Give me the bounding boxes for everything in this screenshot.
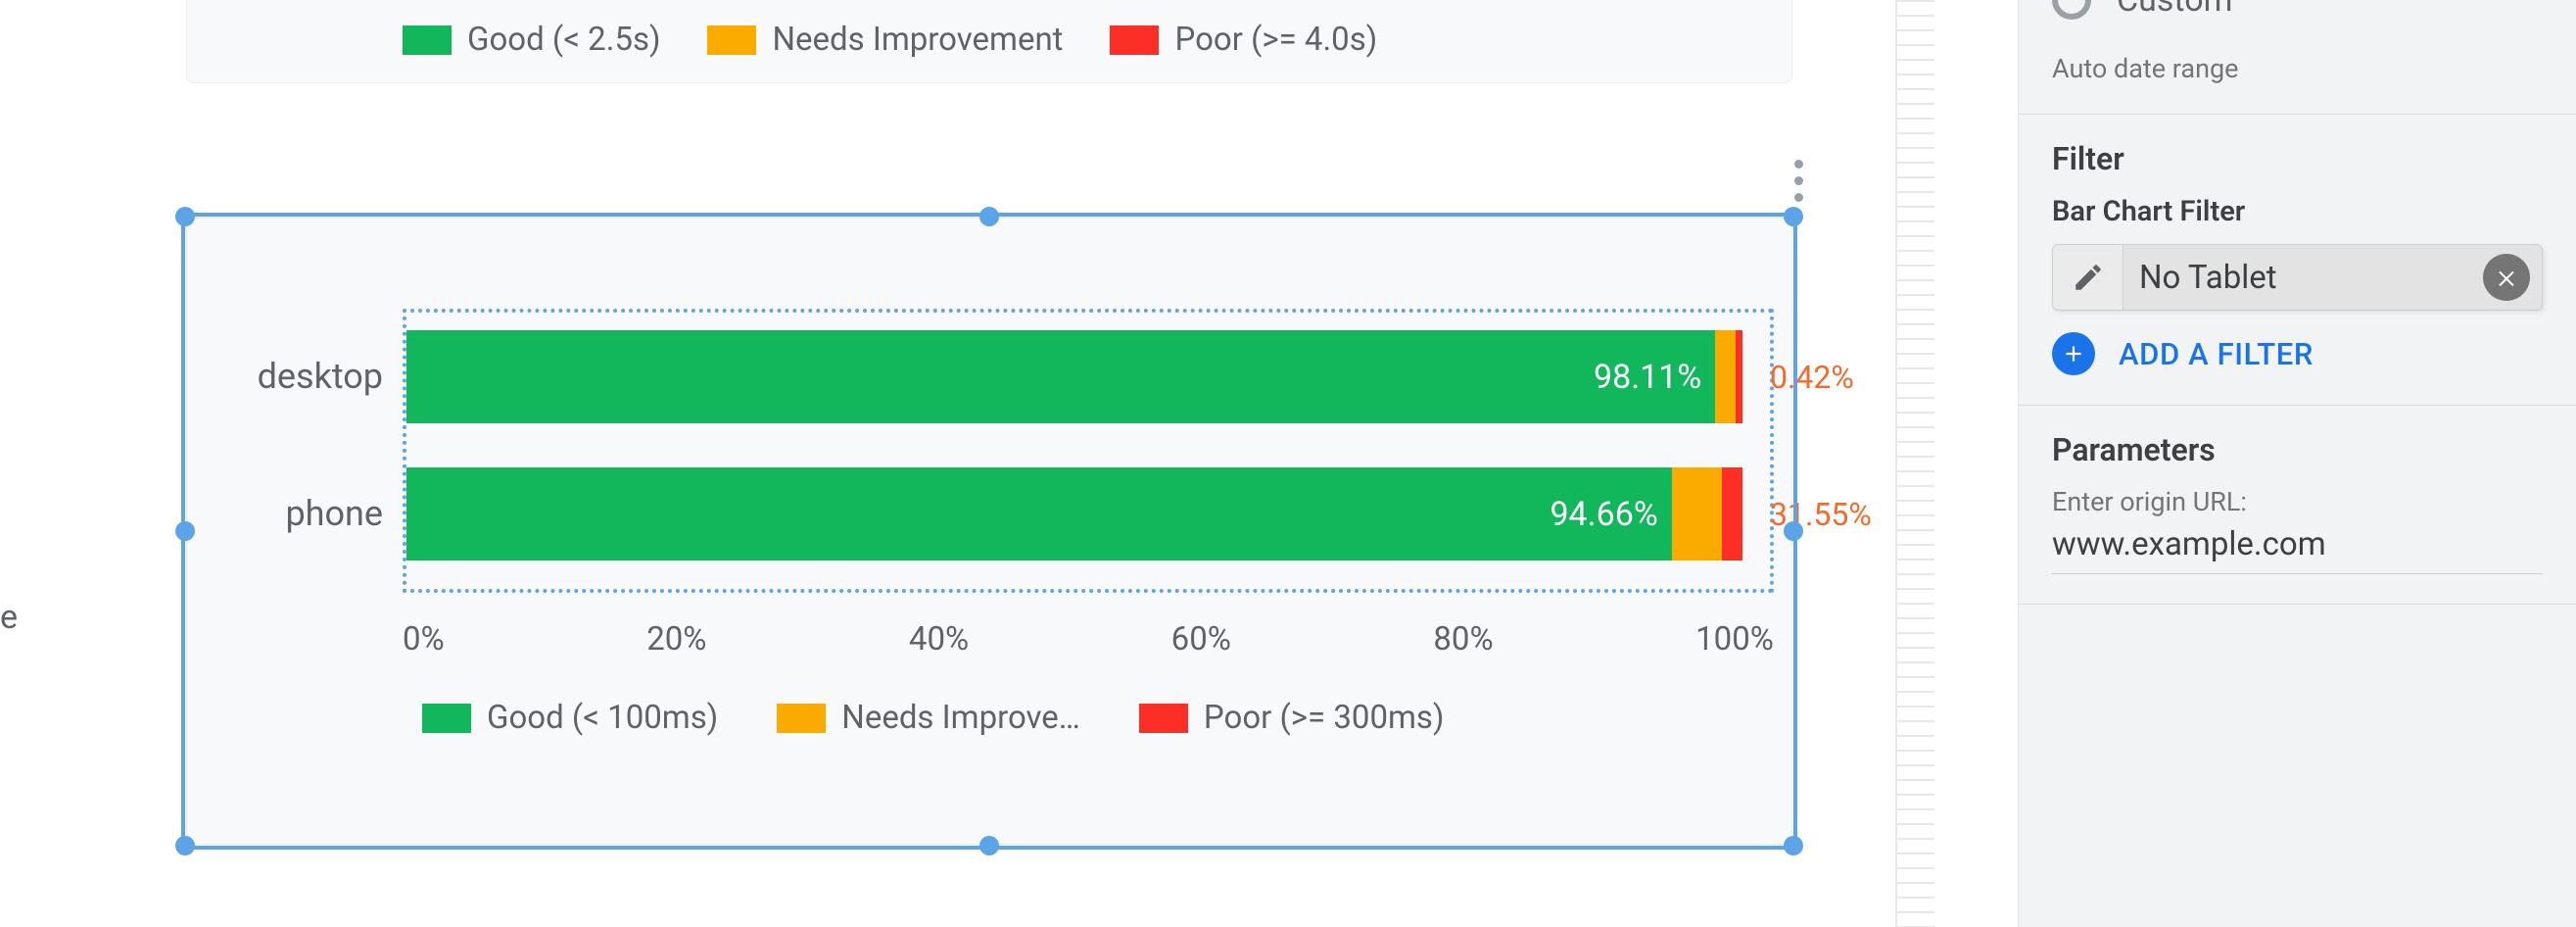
category-label-desktop: desktop [226, 356, 383, 397]
close-icon [2495, 266, 2518, 289]
date-range-option-label: Custom [2117, 0, 2232, 20]
legend-label-needs-improvement: Needs Improve… [841, 699, 1080, 737]
filter-chip-label: No Tablet [2123, 259, 2483, 297]
bar-chart-card[interactable]: desktop phone 98.11% 0.42% 94.66% 31.55% [186, 218, 1792, 845]
legend-label-good: Good (< 100ms) [487, 699, 718, 737]
pencil-icon [2072, 261, 2105, 294]
legend-swatch-needs-improvement [707, 25, 756, 55]
resize-handle-middle-right[interactable] [1784, 521, 1803, 541]
date-range-option-custom[interactable]: Custom [2052, 0, 2543, 20]
legend-item-poor: Poor (>= 4.0s) [1110, 21, 1377, 59]
value-label-phone-good: 94.66% [1550, 495, 1657, 534]
legend-item-poor: Poor (>= 300ms) [1139, 699, 1445, 737]
legend-swatch-needs-improvement [777, 704, 826, 733]
axis-tick: 100% [1695, 620, 1774, 679]
resize-handle-middle-left[interactable] [175, 521, 195, 541]
canvas-ruler-edge [1895, 0, 1934, 927]
value-label-desktop-good: 98.11% [1594, 358, 1701, 397]
filter-sub-heading: Bar Chart Filter [2052, 195, 2543, 228]
resize-handle-top-right[interactable] [1784, 207, 1803, 226]
filter-chip[interactable]: No Tablet [2052, 244, 2543, 311]
legend-row: Good (< 2.5s) Needs Improvement Poor (>=… [403, 21, 1377, 59]
bar-seg-desktop-good: 98.11% [406, 330, 1715, 423]
bar-seg-desktop-poor [1736, 330, 1742, 423]
legend-label-poor: Poor (>= 4.0s) [1174, 21, 1377, 59]
chart-legend: Good (< 100ms) Needs Improve… Poor (>= 3… [422, 699, 1444, 737]
resize-handle-bottom-right[interactable] [1784, 836, 1803, 855]
remove-filter-button[interactable] [2483, 254, 2530, 301]
legend-item-needs-improvement: Needs Improvement [707, 21, 1063, 59]
parameters-section-heading: Parameters [2052, 431, 2543, 468]
legend-swatch-good [403, 25, 452, 55]
add-filter-label: ADD A FILTER [2119, 336, 2314, 372]
parameter-value-input[interactable]: www.example.com [2052, 525, 2543, 574]
side-panel: Custom Auto date range Filter Bar Chart … [2018, 0, 2576, 927]
legend-item-needs-improvement: Needs Improve… [777, 699, 1080, 737]
bar-seg-phone-needs-improvement [1672, 467, 1723, 561]
value-label-desktop-tail: 0.42% [1770, 359, 1854, 396]
legend-item-good: Good (< 100ms) [422, 699, 718, 737]
legend-label-needs-improvement: Needs Improvement [772, 21, 1063, 59]
axis-tick: 80% [1433, 620, 1493, 679]
stray-letter: e [0, 598, 18, 637]
axis-tick: 20% [646, 620, 706, 679]
legend-swatch-poor [1110, 25, 1159, 55]
filter-section-heading: Filter [2052, 140, 2543, 177]
plus-icon [2061, 341, 2086, 366]
add-filter-button[interactable]: ADD A FILTER [2052, 332, 2543, 375]
resize-handle-top-left[interactable] [175, 207, 195, 226]
bar-row-phone: 94.66% 31.55% [406, 467, 1770, 561]
radio-icon [2052, 0, 2091, 20]
plot-area: 98.11% 0.42% 94.66% 31.55% [403, 309, 1774, 593]
plus-circle-icon [2052, 332, 2095, 375]
legend-label-good: Good (< 2.5s) [467, 21, 660, 59]
resize-handle-bottom-left[interactable] [175, 836, 195, 855]
axis-tick: 60% [1171, 620, 1231, 679]
legend-item-good: Good (< 2.5s) [403, 21, 660, 59]
legend-swatch-good [422, 704, 471, 733]
bar-row-desktop: 98.11% 0.42% [406, 330, 1770, 423]
edit-filter-button[interactable] [2053, 245, 2123, 310]
bar-seg-phone-poor [1722, 467, 1742, 561]
more-options-icon[interactable] [1794, 160, 1803, 202]
axis-tick: 40% [909, 620, 969, 679]
axis-tick: 0% [403, 620, 445, 679]
x-axis-ticks: 0% 20% 40% 60% 80% 100% [403, 620, 1774, 679]
resize-handle-bottom-center[interactable] [979, 836, 999, 855]
category-label-phone: phone [226, 493, 383, 534]
resize-handle-top-center[interactable] [979, 207, 999, 226]
legend-swatch-poor [1139, 704, 1188, 733]
bar-seg-desktop-needs-improvement [1715, 330, 1736, 423]
legend-label-poor: Poor (>= 300ms) [1204, 699, 1445, 737]
legend-card-lcp[interactable]: Good (< 2.5s) Needs Improvement Poor (>=… [186, 0, 1792, 83]
auto-date-range-text[interactable]: Auto date range [2052, 53, 2543, 84]
bar-seg-phone-good: 94.66% [406, 467, 1672, 561]
parameter-label: Enter origin URL: [2052, 486, 2543, 517]
